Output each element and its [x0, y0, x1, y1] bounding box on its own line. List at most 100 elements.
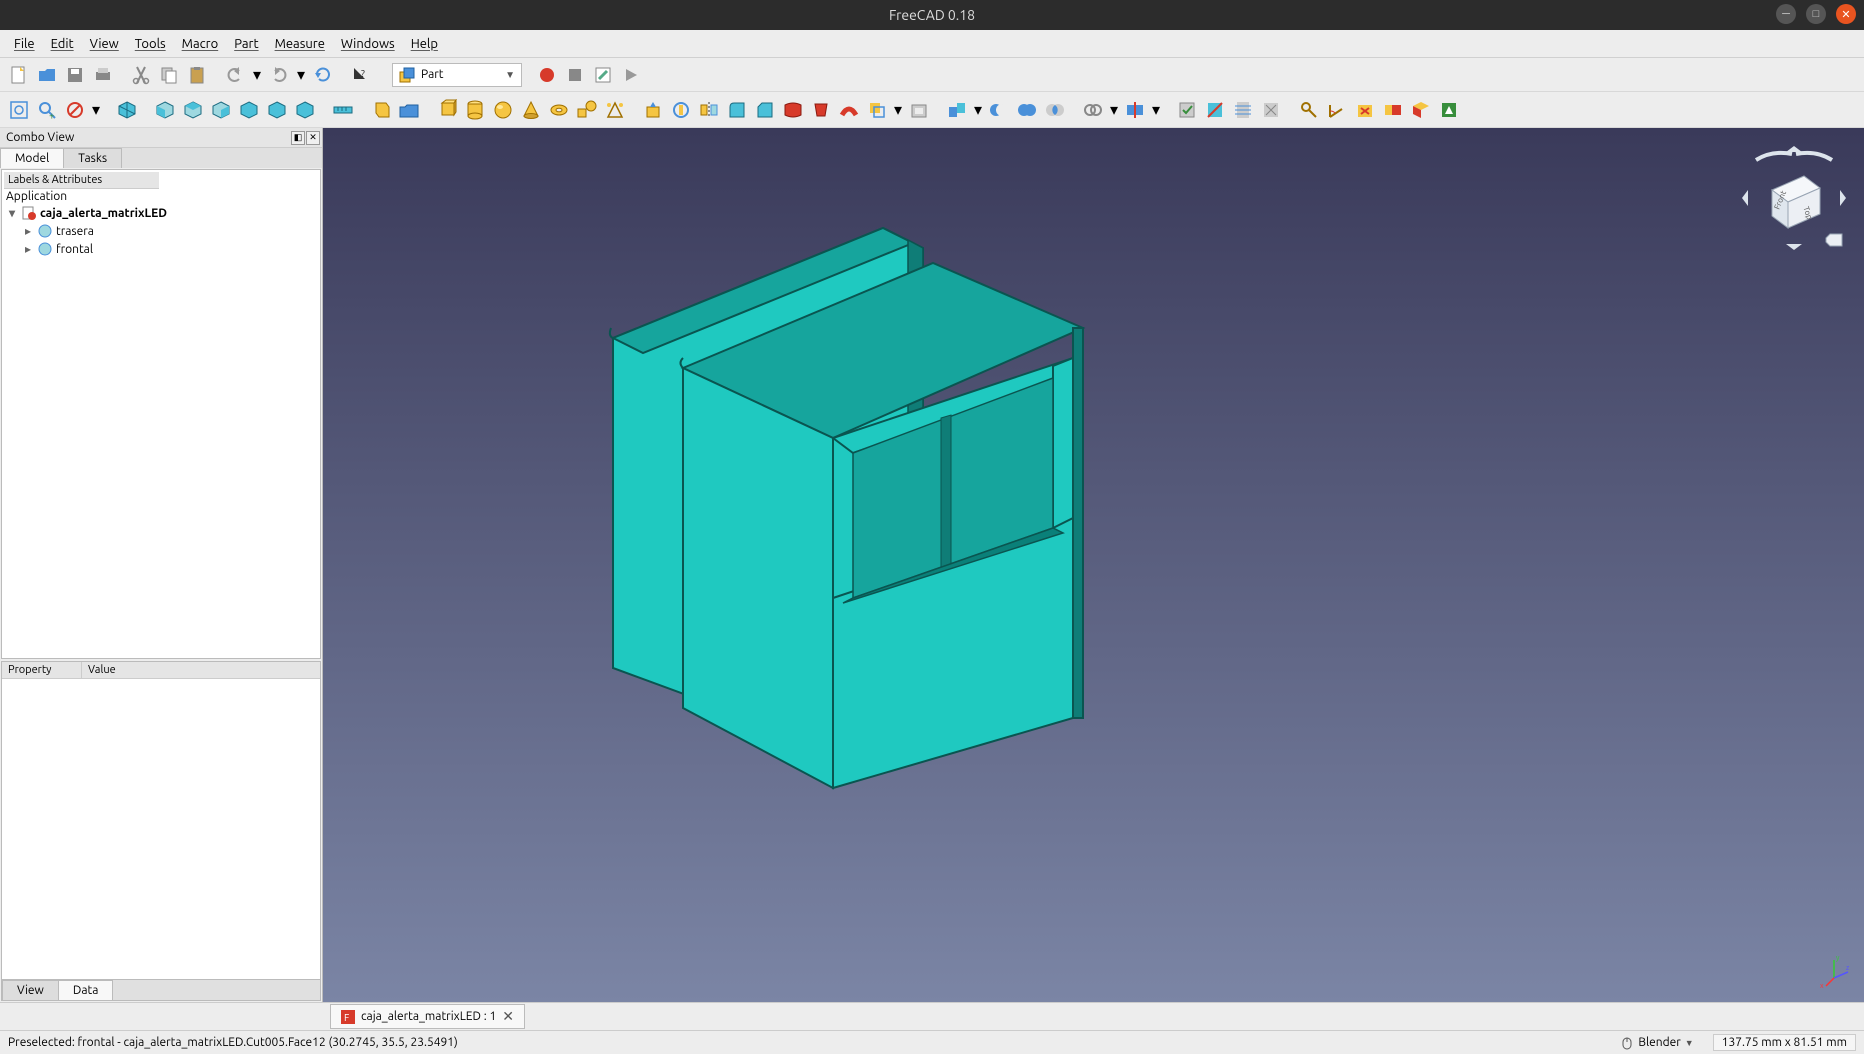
menu-part[interactable]: Part — [226, 34, 266, 54]
sphere-button[interactable] — [490, 97, 516, 123]
boolean-intersect-button[interactable] — [1042, 97, 1068, 123]
chamfer-button[interactable] — [752, 97, 778, 123]
menu-macro[interactable]: Macro — [174, 34, 227, 54]
combo-view-tabs: Model Tasks — [0, 148, 322, 168]
property-body[interactable] — [2, 679, 320, 979]
navigation-cube[interactable]: Front Top — [1734, 138, 1854, 258]
draw-style-dropdown[interactable]: ▾ — [90, 97, 102, 123]
document-tabs: F caja_alerta_matrixLED : 1 ✕ — [0, 1002, 1864, 1030]
draw-style-button[interactable] — [62, 97, 88, 123]
check-geometry-button[interactable] — [1174, 97, 1200, 123]
join-button[interactable] — [1080, 97, 1106, 123]
tab-data[interactable]: Data — [58, 980, 114, 1000]
right-view-button[interactable] — [208, 97, 234, 123]
macro-edit-button[interactable] — [590, 62, 616, 88]
doc-tab-close[interactable]: ✕ — [502, 1008, 514, 1025]
join-dropdown[interactable]: ▾ — [1108, 97, 1120, 123]
3d-viewport[interactable]: Front Top y z x — [323, 128, 1864, 1002]
sweep-button[interactable] — [836, 97, 862, 123]
redo-button[interactable] — [266, 62, 292, 88]
tab-view[interactable]: View — [2, 980, 59, 1000]
extrude-button[interactable] — [640, 97, 666, 123]
rear-view-button[interactable] — [236, 97, 262, 123]
shape-builder-button[interactable] — [602, 97, 628, 123]
measure-distance-button[interactable] — [330, 97, 356, 123]
menu-help[interactable]: Help — [403, 34, 446, 54]
cone-button[interactable] — [518, 97, 544, 123]
offset-dropdown[interactable]: ▾ — [892, 97, 904, 123]
tree-item-frontal[interactable]: ▸ frontal — [4, 240, 318, 258]
minimize-button[interactable]: ─ — [1776, 4, 1796, 24]
whatsthis-button[interactable]: ? — [348, 62, 374, 88]
menu-view[interactable]: View — [82, 34, 127, 54]
tab-tasks[interactable]: Tasks — [63, 148, 122, 168]
measure-toggle3d-button[interactable] — [1408, 97, 1434, 123]
boolean-union-button[interactable] — [1014, 97, 1040, 123]
copy-button[interactable] — [156, 62, 182, 88]
menu-tools[interactable]: Tools — [127, 34, 174, 54]
tree-root[interactable]: Application — [4, 189, 318, 204]
save-button[interactable] — [62, 62, 88, 88]
left-view-button[interactable] — [292, 97, 318, 123]
compound-dropdown[interactable]: ▾ — [972, 97, 984, 123]
bottom-view-button[interactable] — [264, 97, 290, 123]
section-button[interactable] — [1202, 97, 1228, 123]
print-button[interactable] — [90, 62, 116, 88]
create-group-button[interactable] — [396, 97, 422, 123]
mirror-button[interactable] — [696, 97, 722, 123]
workbench-selector[interactable]: Part ▼ — [392, 63, 522, 87]
cylinder-button[interactable] — [462, 97, 488, 123]
undo-button[interactable] — [222, 62, 248, 88]
defeaturing-button[interactable] — [1258, 97, 1284, 123]
refresh-button[interactable] — [310, 62, 336, 88]
top-view-button[interactable] — [180, 97, 206, 123]
boolean-cut-button[interactable] — [986, 97, 1012, 123]
tab-model[interactable]: Model — [0, 148, 64, 168]
torus-button[interactable] — [546, 97, 572, 123]
revolve-button[interactable] — [668, 97, 694, 123]
cross-sections-button[interactable] — [1230, 97, 1256, 123]
menu-edit[interactable]: Edit — [43, 34, 82, 54]
macro-record-button[interactable] — [534, 62, 560, 88]
paste-button[interactable] — [184, 62, 210, 88]
cut-button[interactable] — [128, 62, 154, 88]
front-view-button[interactable] — [152, 97, 178, 123]
loft-button[interactable] — [808, 97, 834, 123]
offset-button[interactable] — [864, 97, 890, 123]
measure-toggle-button[interactable] — [1380, 97, 1406, 123]
open-doc-button[interactable] — [34, 62, 60, 88]
measure-toggledelta-button[interactable] — [1436, 97, 1462, 123]
isometric-button[interactable] — [114, 97, 140, 123]
maximize-button[interactable]: □ — [1806, 4, 1826, 24]
measure-clear-button[interactable] — [1352, 97, 1378, 123]
redo-dropdown[interactable]: ▾ — [294, 62, 308, 88]
doc-tab[interactable]: F caja_alerta_matrixLED : 1 ✕ — [330, 1004, 525, 1029]
new-doc-button[interactable] — [6, 62, 32, 88]
compound-button[interactable] — [944, 97, 970, 123]
measure-linear-button[interactable] — [1296, 97, 1322, 123]
fit-selection-button[interactable]: + — [34, 97, 60, 123]
split-dropdown[interactable]: ▾ — [1150, 97, 1162, 123]
menu-file[interactable]: File — [6, 34, 43, 54]
thickness-button[interactable] — [906, 97, 932, 123]
tree-item-trasera[interactable]: ▸ trasera — [4, 222, 318, 240]
measure-angular-button[interactable] — [1324, 97, 1350, 123]
fillet-button[interactable] — [724, 97, 750, 123]
undo-dropdown[interactable]: ▾ — [250, 62, 264, 88]
cube-button[interactable] — [434, 97, 460, 123]
menu-measure[interactable]: Measure — [267, 34, 333, 54]
split-button[interactable] — [1122, 97, 1148, 123]
fit-all-button[interactable] — [6, 97, 32, 123]
create-part-button[interactable] — [368, 97, 394, 123]
menu-windows[interactable]: Windows — [333, 34, 403, 54]
model-tree[interactable]: Labels & Attributes Application ▾ caja_a… — [1, 169, 321, 659]
macro-stop-button[interactable] — [562, 62, 588, 88]
ruled-surface-button[interactable] — [780, 97, 806, 123]
macro-play-button[interactable] — [618, 62, 644, 88]
panel-float-button[interactable]: ◧ — [291, 131, 305, 145]
panel-close-button[interactable]: ✕ — [306, 131, 320, 145]
primitives-button[interactable] — [574, 97, 600, 123]
close-button[interactable]: ✕ — [1836, 4, 1856, 24]
nav-style-selector[interactable]: Blender ▼ — [1613, 1034, 1700, 1052]
tree-document[interactable]: ▾ caja_alerta_matrixLED — [4, 204, 318, 222]
